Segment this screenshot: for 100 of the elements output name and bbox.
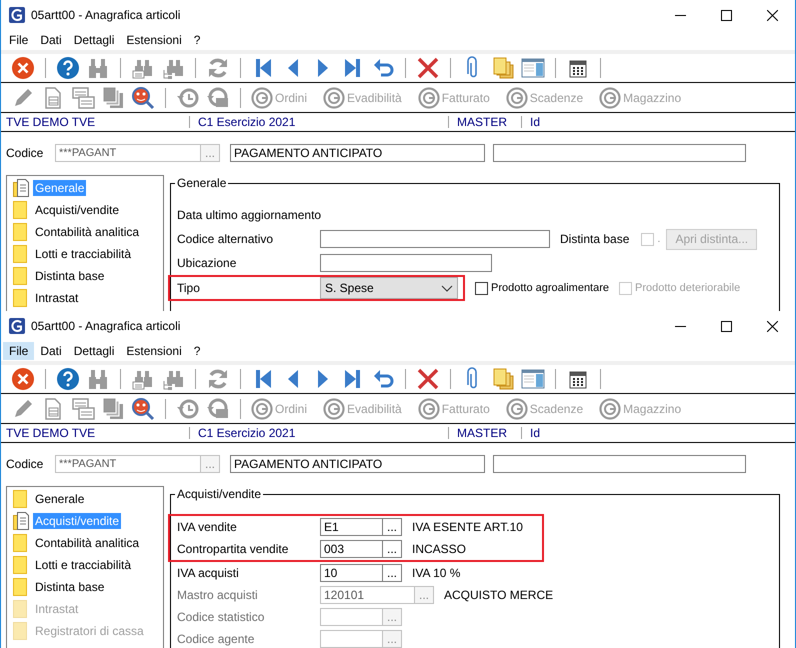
history-list-icon[interactable] [206,396,230,420]
input-field[interactable] [320,230,550,248]
field-label: Codice alternativo [177,232,274,246]
status-text: Id [529,426,540,440]
input-field[interactable] [493,144,746,162]
window-layout-icon[interactable] [521,56,545,80]
copies-icon[interactable] [101,86,125,110]
description-field[interactable]: PAGAMENTO ANTICIPATO [230,144,485,162]
menu-item[interactable]: Dati [34,342,68,360]
lookup-button[interactable]: ... [383,564,402,582]
refresh-icon[interactable] [206,367,230,391]
sidebar-item[interactable]: Generale [33,491,86,507]
sidebar-item[interactable]: Acquisti/vendite [33,202,122,218]
field-label: Mastro acquisti [177,588,259,602]
folders-icon[interactable] [491,56,515,80]
input-field[interactable]: 003 [320,540,383,558]
window-layout-icon[interactable] [521,367,545,391]
menu-item[interactable]: File [3,31,34,49]
folder-icon [13,600,29,618]
magnifier-icon[interactable] [131,86,155,110]
delete-icon[interactable] [416,56,440,80]
input-field[interactable] [320,254,492,272]
forms-icon[interactable] [71,86,95,110]
sidebar-item[interactable]: Lotti e tracciabilità [33,557,134,573]
app-logo-icon [9,7,25,23]
description-text: IVA 10 % [412,566,462,580]
field-label: Ubicazione [177,256,238,270]
description-text: ACQUISTO MERCE [444,588,554,602]
menu-item[interactable]: Dettagli [68,31,120,49]
close-icon[interactable] [11,367,35,391]
dropdown-value: S. Spese [325,281,374,295]
folder-icon [13,534,29,552]
chevron-down-icon [441,284,453,292]
menu-item[interactable]: ? [188,342,206,360]
maximize-icon [720,10,732,20]
code-field[interactable]: ***PAGANT [55,455,201,473]
field-label: Codice [6,457,44,471]
description-field[interactable]: PAGAMENTO ANTICIPATO [230,455,485,473]
history-icon[interactable] [176,396,200,420]
dropdown[interactable]: S. Spese [320,277,458,299]
field-label: IVA vendite [177,520,238,534]
status-text: TVE DEMO TVE [5,115,96,129]
minimize-icon [674,14,686,16]
history-icon[interactable] [176,86,200,110]
menu-item[interactable]: Estensioni [120,31,188,49]
forms-icon[interactable] [71,396,95,420]
lookup-button[interactable]: ... [383,518,402,536]
status-text: TVE DEMO TVE [5,426,96,440]
menu-item[interactable]: ? [188,31,206,49]
description-text: INCASSO [412,542,468,556]
sidebar-item[interactable]: Lotti e tracciabilità [33,246,134,262]
input-field[interactable]: 10 [320,564,383,582]
folder-icon [13,578,29,596]
menu-item[interactable]: Dati [34,31,68,49]
document-icon [13,512,29,530]
close-icon [766,10,778,20]
status-text: Id [529,115,540,129]
menu-item[interactable]: Estensioni [120,342,188,360]
folder-icon [13,201,29,219]
maximize-icon [720,320,732,332]
help-icon[interactable] [56,367,80,391]
document-icon [13,179,29,197]
checkbox[interactable]: Prodotto agroalimentare [475,282,610,294]
group-title: Generale [175,176,228,190]
folder-icon [13,490,29,508]
copies-icon[interactable] [101,396,125,420]
field-label: Tipo [177,281,201,295]
sidebar-item[interactable]: Distinta base [33,268,106,284]
input-field[interactable]: E1 [320,518,383,536]
input-field[interactable] [493,455,746,473]
folder-icon [13,556,29,574]
help-icon[interactable] [56,56,80,80]
menu-item[interactable]: Dettagli [68,342,120,360]
refresh-icon[interactable] [206,56,230,80]
status-text: C1 Esercizio 2021 [197,115,296,129]
folder-icon [13,267,29,285]
field-label: Data ultimo aggiornamento [177,208,322,222]
sidebar-item[interactable]: Intrastat [33,290,80,306]
sidebar-item[interactable]: Contabilità analitica [33,224,142,240]
field-label: IVA acquisti [177,566,240,580]
code-field[interactable]: ***PAGANT [55,144,201,162]
field-label: Contropartita vendite [177,542,290,556]
field-label: Distinta base [560,232,630,246]
folders-icon[interactable] [491,367,515,391]
close-icon[interactable] [11,56,35,80]
menu-item[interactable]: File [3,342,34,360]
sidebar-item[interactable]: Distinta base [33,579,106,595]
window-title: 05artt00 - Anagrafica articoli [31,8,182,22]
field-label: Codice agente [177,632,256,646]
group-title: Acquisti/vendite [175,487,264,501]
app-logo-icon [9,318,25,334]
magnifier-icon[interactable] [131,396,155,420]
binoculars-icon[interactable] [86,367,110,391]
status-text: MASTER [456,115,508,129]
sidebar-item[interactable]: Contabilità analitica [33,535,142,551]
delete-icon[interactable] [416,367,440,391]
binoculars-icon[interactable] [86,56,110,80]
history-list-icon[interactable] [206,86,230,110]
folder-icon [13,223,29,241]
lookup-button[interactable]: ... [383,540,402,558]
